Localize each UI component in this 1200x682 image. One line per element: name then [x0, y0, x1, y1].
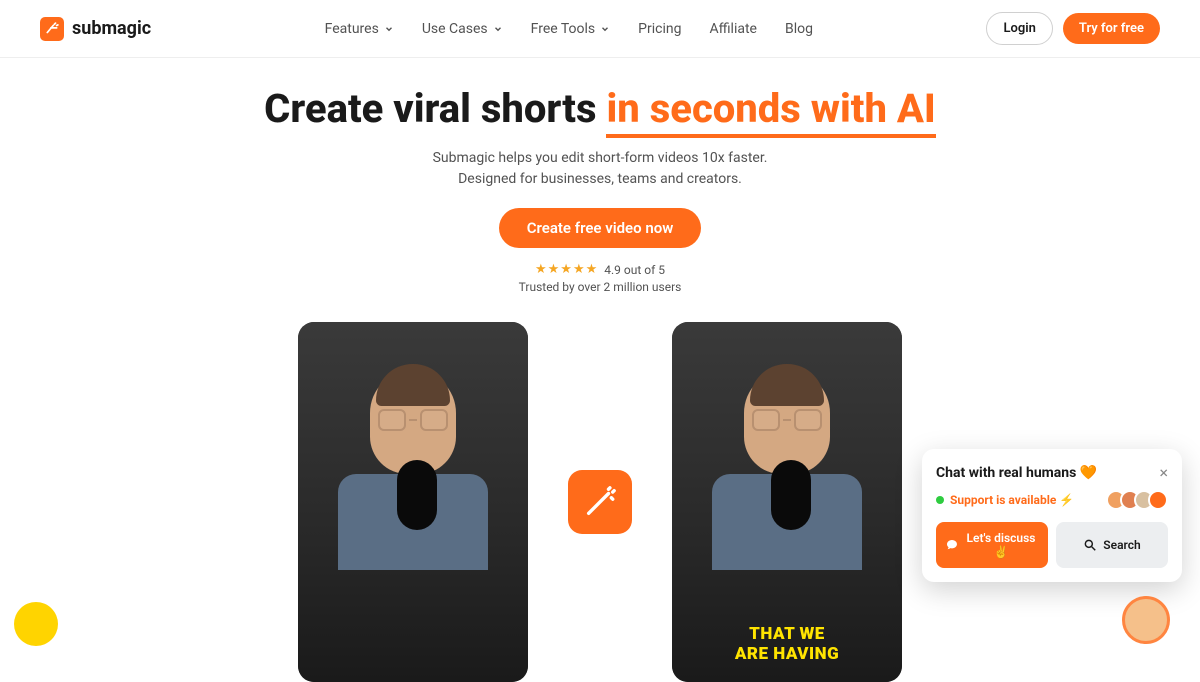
hero-subtitle: Submagic helps you edit short-form video… [20, 148, 1180, 190]
header-actions: Login Try for free [986, 12, 1160, 45]
video-after: THAT WE ARE HAVING [672, 322, 902, 682]
magic-wand-icon [583, 485, 617, 519]
video-frame [298, 322, 528, 682]
logo-icon [40, 17, 64, 41]
chat-status: Support is available ⚡ [936, 490, 1168, 510]
nav-blog[interactable]: Blog [785, 21, 813, 37]
status-text: Support is available ⚡ [950, 493, 1074, 507]
stars-row: ★★★★★ 4.9 out of 5 [535, 262, 665, 277]
hero: Create viral shorts in seconds with AI S… [0, 58, 1200, 304]
avatar [1148, 490, 1168, 510]
chat-header: Chat with real humans 🧡 × [936, 463, 1168, 482]
lets-discuss-button[interactable]: Let's discuss ✌️ [936, 522, 1048, 568]
person-illustration [338, 370, 488, 570]
nav-label: Use Cases [422, 21, 488, 37]
nav-usecases[interactable]: Use Cases [422, 21, 503, 37]
rating: ★★★★★ 4.9 out of 5 Trusted by over 2 mil… [20, 262, 1180, 294]
hero-title-accent: in seconds with AI [606, 85, 935, 138]
hero-title-plain: Create viral shorts [264, 85, 606, 132]
chat-actions: Let's discuss ✌️ Search [936, 522, 1168, 568]
chat-title: Chat with real humans 🧡 [936, 465, 1097, 481]
support-avatars [1112, 490, 1168, 510]
discuss-label: Let's discuss ✌️ [964, 531, 1038, 559]
try-free-button[interactable]: Try for free [1063, 13, 1160, 44]
rating-text: 4.9 out of 5 [604, 263, 665, 277]
star-icons: ★★★★★ [535, 262, 598, 277]
search-label: Search [1103, 538, 1140, 552]
trusted-text: Trusted by over 2 million users [519, 280, 682, 294]
status-dot-icon [936, 496, 944, 504]
accessibility-widget[interactable] [14, 602, 58, 646]
hero-sub-line1: Submagic helps you edit short-form video… [433, 150, 768, 166]
logo[interactable]: submagic [40, 17, 151, 41]
nav-label: Blog [785, 21, 813, 37]
caption-line1: THAT WE [749, 624, 825, 644]
logo-text: submagic [72, 18, 151, 39]
hero-cta-wrap: Create free video now [20, 208, 1180, 248]
nav-affiliate[interactable]: Affiliate [709, 21, 757, 37]
chevron-down-icon [493, 24, 503, 34]
create-video-button[interactable]: Create free video now [499, 208, 702, 248]
search-button[interactable]: Search [1056, 522, 1168, 568]
search-icon [1083, 538, 1097, 552]
chevron-down-icon [384, 24, 394, 34]
close-icon[interactable]: × [1159, 463, 1168, 482]
caption-line2: ARE HAVING [735, 644, 839, 664]
nav-freetools[interactable]: Free Tools [531, 21, 611, 37]
video-caption: THAT WE ARE HAVING [672, 624, 902, 664]
chat-launcher[interactable] [1122, 596, 1170, 644]
login-button[interactable]: Login [986, 12, 1052, 45]
nav-label: Affiliate [709, 21, 757, 37]
nav-label: Free Tools [531, 21, 596, 37]
magic-wand-badge [568, 470, 632, 534]
hero-sub-line2: Designed for businesses, teams and creat… [458, 171, 742, 187]
nav-features[interactable]: Features [325, 21, 394, 37]
chat-widget: Chat with real humans 🧡 × Support is ava… [922, 449, 1182, 582]
site-header: submagic Features Use Cases Free Tools P… [0, 0, 1200, 58]
video-frame: THAT WE ARE HAVING [672, 322, 902, 682]
chat-bubble-icon [946, 538, 958, 552]
person-illustration [712, 370, 862, 570]
chevron-down-icon [600, 24, 610, 34]
hero-title: Create viral shorts in seconds with AI [20, 86, 1180, 132]
nav-label: Pricing [638, 21, 681, 37]
nav-pricing[interactable]: Pricing [638, 21, 681, 37]
nav-label: Features [325, 21, 379, 37]
video-before [298, 322, 528, 682]
main-nav: Features Use Cases Free Tools Pricing Af… [325, 21, 813, 37]
